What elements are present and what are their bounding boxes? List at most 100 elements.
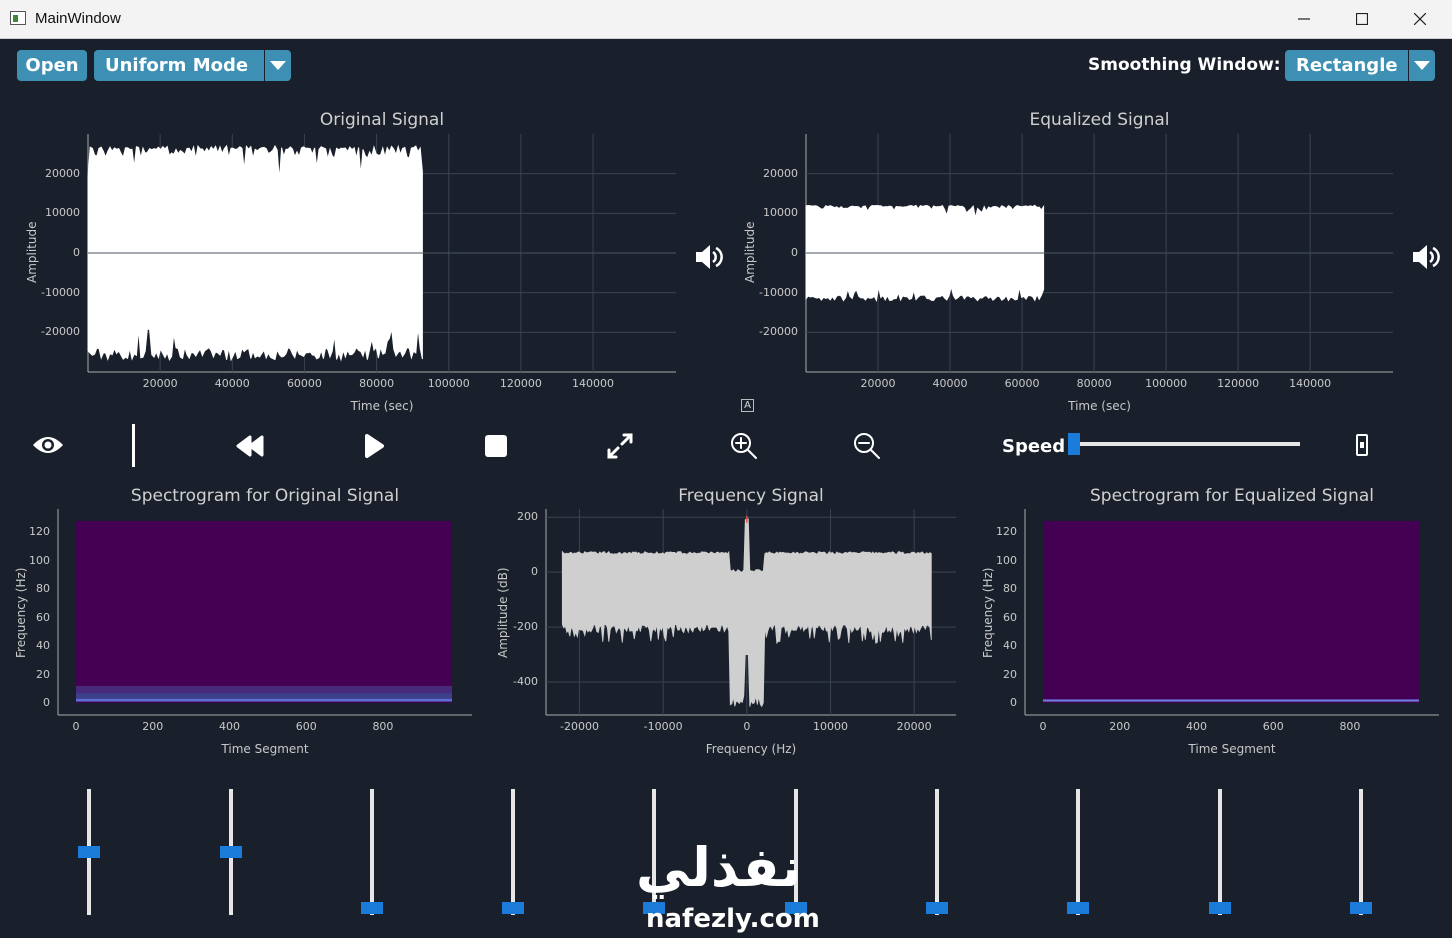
spectrogram-equalized-plot[interactable] xyxy=(1024,509,1439,716)
maximize-button[interactable] xyxy=(1333,0,1391,38)
x-tick-label: 60000 xyxy=(286,377,322,390)
x-tick-label: -10000 xyxy=(643,720,683,733)
app-icon xyxy=(10,11,26,25)
x-tick-label: 100000 xyxy=(427,377,470,390)
spectrogram-equalized-xlabel: Time Segment xyxy=(1188,742,1276,756)
y-tick-label: 40 xyxy=(1003,639,1017,653)
play-button[interactable] xyxy=(356,428,392,464)
x-tick-label: 140000 xyxy=(1289,377,1332,390)
x-tick-label: 600 xyxy=(1262,720,1284,733)
rewind-button[interactable] xyxy=(232,428,268,464)
equalizer-slider-4[interactable] xyxy=(498,789,528,919)
title-bar: MainWindow xyxy=(0,0,1452,39)
equalized-signal-xlabel: Time (sec) xyxy=(1068,399,1131,413)
x-tick-label: 80000 xyxy=(1076,377,1112,390)
y-tick-label: 60 xyxy=(1003,610,1017,624)
equalizer-slider-10[interactable] xyxy=(1346,789,1376,919)
x-tick-label: 400 xyxy=(218,720,240,733)
x-tick-label: 140000 xyxy=(572,377,615,390)
fullscreen-button[interactable] xyxy=(602,428,638,464)
slider-handle[interactable] xyxy=(502,902,524,914)
eye-icon xyxy=(33,437,63,453)
y-tick-label: 120 xyxy=(996,525,1017,539)
slider-handle[interactable] xyxy=(1350,902,1372,914)
frequency-signal-ylabel: Amplitude (dB) xyxy=(496,567,510,658)
x-tick-label: 10000 xyxy=(812,720,848,733)
frequency-signal-plot[interactable] xyxy=(545,509,956,716)
y-tick-label: 20 xyxy=(36,667,50,681)
y-tick-label: 120 xyxy=(29,525,50,539)
y-tick-label: 0 xyxy=(73,246,80,259)
minimize-icon xyxy=(1298,18,1310,20)
y-tick-label: -10000 xyxy=(759,285,798,299)
x-tick-label: 40000 xyxy=(214,377,250,390)
y-tick-label: 0 xyxy=(531,565,538,579)
original-signal-plot[interactable] xyxy=(87,134,676,373)
zoom-out-icon xyxy=(854,433,880,459)
spectrogram-original-plot[interactable] xyxy=(57,509,472,716)
slider-handle[interactable] xyxy=(78,845,100,858)
equalizer-slider-1[interactable] xyxy=(74,789,104,919)
chevron-down-icon xyxy=(264,50,291,81)
slider-groove xyxy=(1218,789,1222,915)
open-button-label: Open xyxy=(25,55,79,76)
zoom-in-icon xyxy=(731,433,757,459)
chevron-down-icon xyxy=(1408,50,1435,81)
slider-groove xyxy=(370,789,374,915)
show-hide-button[interactable] xyxy=(28,426,68,464)
equalized-signal-title: Equalized Signal xyxy=(1029,110,1170,130)
y-tick-label: -10000 xyxy=(41,285,80,299)
open-button[interactable]: Open xyxy=(17,50,87,81)
equalized-signal-plot[interactable] xyxy=(805,134,1393,373)
spectrogram-band xyxy=(76,693,452,699)
minimize-button[interactable] xyxy=(1275,0,1333,38)
spectrogram-equalized-title: Spectrogram for Equalized Signal xyxy=(1090,486,1374,506)
mode-combobox[interactable]: Uniform Mode xyxy=(94,50,291,81)
stop-icon xyxy=(485,435,507,457)
x-tick-label: 0 xyxy=(743,720,751,733)
slider-groove xyxy=(511,789,515,915)
equalizer-slider-3[interactable] xyxy=(357,789,387,919)
autoscale-button[interactable]: A xyxy=(741,399,754,412)
close-button[interactable] xyxy=(1391,0,1449,38)
x-tick-label: 20000 xyxy=(142,377,178,390)
watermark-latin: nafezly.com xyxy=(646,904,820,934)
slider-handle[interactable] xyxy=(361,902,383,914)
y-tick-label: 20 xyxy=(1003,667,1017,681)
y-tick-label: -400 xyxy=(513,675,538,689)
y-tick-label: 20000 xyxy=(45,166,80,180)
x-tick-label: 600 xyxy=(295,720,317,733)
equalized-speaker-icon[interactable] xyxy=(1411,243,1441,271)
smoothing-window-value: Rectangle xyxy=(1296,55,1398,76)
x-tick-label: 800 xyxy=(1339,720,1361,733)
watermark-arabic: نفذلي xyxy=(636,836,802,899)
slider-handle[interactable] xyxy=(1209,902,1231,914)
close-icon xyxy=(1414,13,1426,25)
x-tick-label: -20000 xyxy=(559,720,599,733)
x-tick-label: 20000 xyxy=(896,720,932,733)
equalizer-slider-7[interactable] xyxy=(922,789,952,919)
zoom-out-button[interactable] xyxy=(849,428,885,464)
spectrogram-original-title: Spectrogram for Original Signal xyxy=(130,486,400,506)
zoom-in-button[interactable] xyxy=(726,428,762,464)
spectrogram-band xyxy=(76,698,452,702)
slider-handle[interactable] xyxy=(220,845,242,858)
stop-button[interactable] xyxy=(478,428,514,464)
spectrogram-band xyxy=(1043,699,1419,702)
y-tick-label: 0 xyxy=(43,696,50,709)
speed-slider[interactable] xyxy=(1068,433,1300,455)
smoothing-window-combobox[interactable]: Rectangle xyxy=(1285,50,1435,81)
slider-handle[interactable] xyxy=(926,902,948,914)
equalizer-slider-2[interactable] xyxy=(216,789,246,919)
spectrogram-image xyxy=(1043,521,1419,703)
original-signal-title: Original Signal xyxy=(319,110,445,130)
speed-slider-handle[interactable] xyxy=(1068,433,1080,455)
equalizer-slider-8[interactable] xyxy=(1063,789,1093,919)
original-speaker-icon[interactable] xyxy=(694,243,724,271)
mode-combobox-value: Uniform Mode xyxy=(105,55,249,76)
frequency-signal-xlabel: Frequency (Hz) xyxy=(705,742,797,756)
y-tick-label: 80 xyxy=(1003,582,1017,596)
slider-handle[interactable] xyxy=(1067,902,1089,914)
x-tick-label: 20000 xyxy=(860,377,896,390)
equalizer-slider-9[interactable] xyxy=(1205,789,1235,919)
